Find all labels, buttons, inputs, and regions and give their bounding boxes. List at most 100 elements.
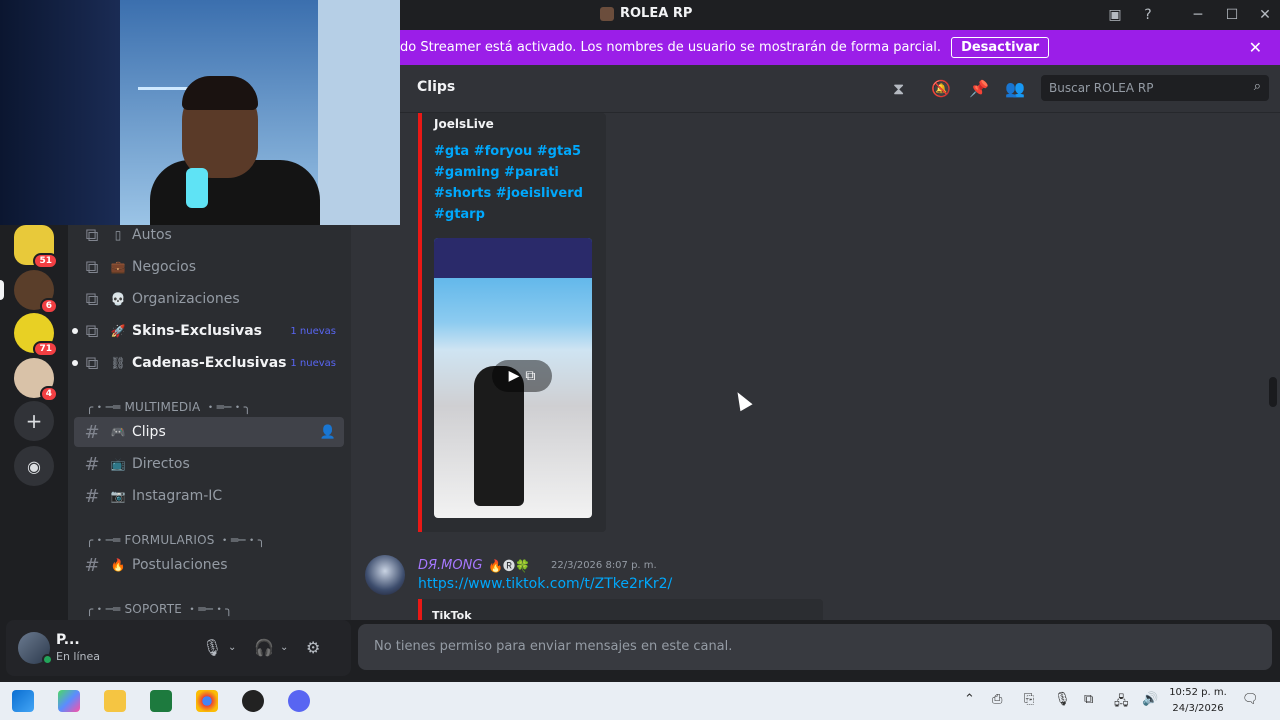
volume-icon[interactable]: 🔊	[1142, 692, 1158, 707]
discover-icon[interactable]: ◉	[14, 446, 54, 486]
channel-emoji: ▯	[114, 228, 122, 242]
usb-icon[interactable]: ⎘	[1024, 692, 1034, 707]
search-input[interactable]: Buscar ROLEA RP ⌕	[1041, 75, 1269, 101]
username[interactable]: P...	[56, 632, 80, 648]
capture-icon[interactable]: ⧉	[1084, 692, 1093, 707]
file-explorer-icon[interactable]	[104, 690, 126, 712]
hash-icon: #	[84, 485, 100, 507]
chevron-down-icon[interactable]: ⌄	[228, 642, 236, 653]
notifications-muted-icon[interactable]: 🔕	[931, 79, 951, 98]
mention-badge: 71	[33, 341, 58, 357]
play-icon: ▶	[508, 368, 520, 384]
video-thumbnail[interactable]: ▶ ⧉	[434, 238, 592, 518]
start-button-icon[interactable]	[12, 690, 34, 712]
network-icon[interactable]: 🖧	[1114, 692, 1129, 714]
unread-dot	[72, 360, 78, 366]
server-icon[interactable]: 6	[14, 270, 58, 314]
server-icon[interactable]: 71	[14, 313, 58, 357]
chevron-up-icon[interactable]: ⌃	[964, 692, 975, 707]
message-link[interactable]: https://www.tiktok.com/t/ZTke2rKr2/	[418, 576, 672, 592]
channel-emoji: 🚀	[110, 324, 126, 338]
channel-directos[interactable]: # 📺 Directos	[74, 449, 344, 479]
server-selected-pill	[0, 280, 4, 300]
banner-text: do Streamer está activado. Los nombres d…	[400, 40, 942, 55]
help-icon[interactable]: ?	[1137, 4, 1159, 26]
bluetooth-device-icon[interactable]: ⎙	[992, 692, 1002, 707]
server-icon[interactable]: 51	[14, 225, 58, 269]
add-user-icon[interactable]: 👤	[320, 425, 336, 440]
channel-organizaciones[interactable]: ⧉ 💀 Organizaciones	[74, 284, 344, 314]
headphones-icon[interactable]: 🎧	[254, 638, 274, 657]
online-status-icon	[42, 654, 53, 665]
forum-icon: ⧉	[85, 352, 99, 374]
obs-icon[interactable]	[242, 690, 264, 712]
channel-cadenas-exclusivas[interactable]: ⧉ ⛓ Cadenas-Exclusivas 1 nuevas	[72, 348, 344, 378]
deactivate-button[interactable]: Desactivar	[951, 37, 1050, 58]
streamer-microphone	[186, 168, 208, 208]
window-title: ROLEA RP	[620, 6, 693, 21]
pin-icon[interactable]: 📌	[969, 79, 989, 98]
avatar[interactable]	[365, 555, 405, 595]
embed-provider: TikTok	[432, 609, 472, 620]
category-soporte[interactable]: ╭・─═ SOPORTE ・═─・╮	[86, 600, 336, 617]
embed-hashtags[interactable]: #gta #foryou #gta5 #gaming #parati #shor…	[434, 141, 604, 225]
embed-author[interactable]: JoelsLive	[434, 117, 494, 131]
mention-badge: 6	[39, 298, 58, 314]
mic-tray-icon[interactable]: 🎙	[1054, 692, 1071, 707]
message-username[interactable]: DЯ.ΜΟΝG	[418, 558, 482, 573]
screen-icon[interactable]: ▣	[1104, 4, 1126, 26]
category-formularios[interactable]: ╭・─═ FORMULARIOS ・═─・╮	[86, 531, 336, 548]
minimize-button[interactable]: ─	[1187, 4, 1209, 26]
microphone-icon[interactable]: 🎙	[202, 638, 222, 657]
channel-label: Cadenas-Exclusivas	[132, 355, 287, 371]
channel-instagram-ic[interactable]: # 📷 Instagram-IC	[74, 481, 344, 511]
channel-skins-exclusivas[interactable]: ⧉ 🚀 Skins-Exclusivas 1 nuevas	[72, 316, 344, 346]
search-placeholder: Buscar ROLEA RP	[1049, 81, 1154, 95]
hash-icon: #	[84, 453, 100, 475]
close-window-button[interactable]: ✕	[1254, 4, 1276, 26]
channel-postulaciones[interactable]: # 🔥 Postulaciones	[74, 550, 344, 580]
unread-dot	[72, 328, 78, 334]
settings-gear-icon[interactable]: ⚙	[306, 638, 320, 657]
new-tag: 1 nuevas	[290, 325, 336, 337]
add-server-icon[interactable]: +	[14, 401, 54, 441]
close-banner-icon[interactable]: ✕	[1249, 38, 1262, 57]
chevron-down-icon[interactable]: ⌄	[280, 642, 288, 653]
channel-header: Clips ⧗ 🔕 📌 👥 Buscar ROLEA RP ⌕	[351, 65, 1280, 113]
forum-icon: ⧉	[85, 320, 99, 342]
clock[interactable]: 10:52 p. m. 24/3/2026	[1168, 685, 1228, 717]
channel-negocios[interactable]: ⧉ 💼 Negocios	[74, 252, 344, 282]
discord-icon[interactable]	[288, 690, 310, 712]
chrome-icon[interactable]	[196, 690, 218, 712]
members-icon[interactable]: 👥	[1005, 79, 1025, 98]
server-logo-icon	[600, 6, 614, 21]
play-button[interactable]: ▶ ⧉	[492, 360, 552, 392]
server-icon[interactable]: 4	[14, 358, 58, 402]
channel-clips[interactable]: # 🎮 Clips 👤	[74, 417, 344, 447]
streamer-hair	[182, 76, 258, 110]
copilot-icon[interactable]	[58, 690, 80, 712]
channel-label: Postulaciones	[132, 557, 228, 573]
scrollbar-thumb[interactable]	[1269, 377, 1277, 407]
app-title: ROLEA RP	[600, 6, 692, 21]
channel-emoji: 📷	[110, 489, 126, 503]
user-badges: 🔥🅡🍀	[488, 559, 530, 573]
user-panel: P... En línea 🎙 ⌄ 🎧 ⌄ ⚙	[6, 620, 351, 676]
forum-icon: ⧉	[85, 288, 99, 310]
excel-icon[interactable]	[150, 690, 172, 712]
channel-label: Autos	[132, 227, 172, 243]
maximize-button[interactable]: ☐	[1221, 4, 1243, 26]
notifications-icon[interactable]: 🗨	[1242, 692, 1259, 707]
hash-icon: #	[84, 421, 100, 443]
mention-badge: 51	[33, 253, 58, 269]
channel-label: Directos	[132, 456, 190, 472]
category-multimedia[interactable]: ╭・─═ MULTIMEDIA ・═─・╮	[86, 398, 336, 415]
channel-autos[interactable]: ⧉ ▯ Autos	[74, 225, 344, 250]
channel-list: ⧉ ▯ Autos ⧉ 💼 Negocios ⧉ 💀 Organizacione…	[68, 225, 351, 620]
tiktok-embed: JoelsLive #gta #foryou #gta5 #gaming #pa…	[418, 113, 606, 532]
threads-icon[interactable]: ⧗	[893, 79, 904, 99]
new-tag: 1 nuevas	[290, 357, 336, 369]
server-list: 51 6 71 4 + ◉	[0, 225, 68, 620]
webcam-overlay	[0, 0, 400, 225]
hash-icon: #	[84, 554, 100, 576]
